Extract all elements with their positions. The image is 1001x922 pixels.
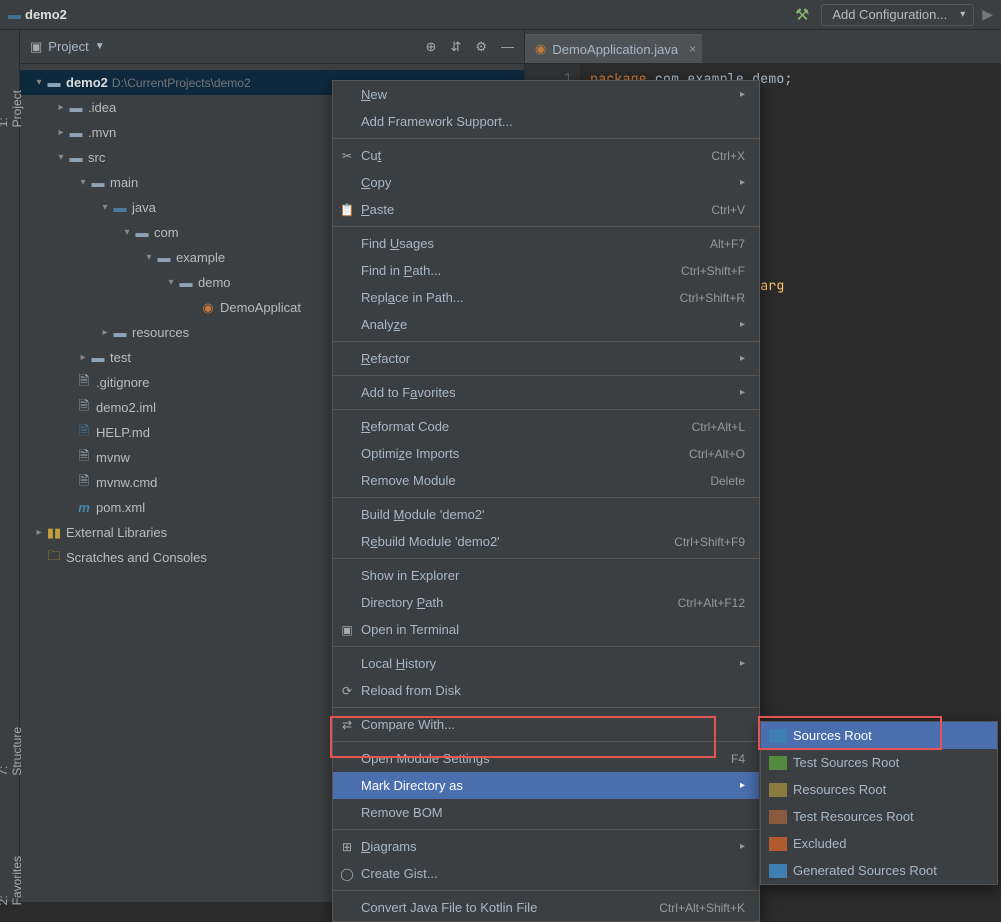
menu-copy[interactable]: Copy▸ xyxy=(333,169,759,196)
submenu-excluded[interactable]: Excluded xyxy=(761,830,997,857)
menu-remove-bom[interactable]: Remove BOM xyxy=(333,799,759,826)
menu-reload[interactable]: ⟳Reload from Disk xyxy=(333,677,759,704)
compare-icon: ⇄ xyxy=(339,718,355,732)
tab-favorites[interactable]: 2: Favorites xyxy=(0,856,24,905)
menu-compare[interactable]: ⇄Compare With... xyxy=(333,711,759,738)
hide-icon[interactable]: — xyxy=(501,39,514,55)
folder-resources-icon xyxy=(769,783,787,797)
submenu-test-sources[interactable]: Test Sources Root xyxy=(761,749,997,776)
context-menu: New▸ Add Framework Support... ✂CutCtrl+X… xyxy=(332,80,760,922)
target-icon[interactable]: ⊕ xyxy=(426,39,437,55)
menu-new[interactable]: New▸ xyxy=(333,81,759,108)
menu-show-explorer[interactable]: Show in Explorer xyxy=(333,562,759,589)
tool-window-stripe-left: 1: Project 7: Structure 2: Favorites xyxy=(0,30,20,902)
menu-favorites[interactable]: Add to Favorites▸ xyxy=(333,379,759,406)
tab-project[interactable]: 1: Project xyxy=(0,90,24,127)
run-icon[interactable]: ▶ xyxy=(982,6,993,23)
crumb-text: demo2 xyxy=(25,7,67,22)
editor-tabs: ◉ DemoApplication.java × xyxy=(525,30,1001,64)
menu-mark-directory-as[interactable]: Mark Directory as▸ xyxy=(333,772,759,799)
folder-icon: ▬ xyxy=(8,7,21,22)
java-icon: ◉ xyxy=(535,41,546,57)
build-icon[interactable]: ⚒ xyxy=(795,5,809,25)
project-title: Project xyxy=(48,39,88,54)
folder-blue-icon xyxy=(769,729,787,743)
reload-icon: ⟳ xyxy=(339,684,355,698)
menu-optimize[interactable]: Optimize ImportsCtrl+Alt+O xyxy=(333,440,759,467)
add-configuration-dropdown[interactable]: Add Configuration... xyxy=(821,4,974,26)
project-view-selector[interactable]: ▣ Project ▼ xyxy=(30,39,105,55)
diagram-icon: ⊞ xyxy=(339,840,355,854)
gear-icon[interactable]: ⚙ xyxy=(475,39,487,55)
window-icon: ▣ xyxy=(30,39,42,55)
folder-generated-icon xyxy=(769,864,787,878)
chevron-down-icon: ▼ xyxy=(95,41,105,52)
collapse-icon[interactable]: ⇵ xyxy=(450,39,461,55)
menu-directory-path[interactable]: Directory PathCtrl+Alt+F12 xyxy=(333,589,759,616)
menu-local-history[interactable]: Local History▸ xyxy=(333,650,759,677)
github-icon: ◯ xyxy=(339,867,355,881)
close-icon[interactable]: × xyxy=(689,42,696,56)
menu-reformat[interactable]: Reformat CodeCtrl+Alt+L xyxy=(333,413,759,440)
menu-open-module-settings[interactable]: Open Module SettingsF4 xyxy=(333,745,759,772)
menu-refactor[interactable]: Refactor▸ xyxy=(333,345,759,372)
submenu-test-resources[interactable]: Test Resources Root xyxy=(761,803,997,830)
breadcrumb-bar: ▬ demo2 ⚒ Add Configuration... ▶ xyxy=(0,0,1001,30)
menu-paste[interactable]: 📋PasteCtrl+V xyxy=(333,196,759,223)
breadcrumb[interactable]: ▬ demo2 xyxy=(8,7,67,22)
tab-structure[interactable]: 7: Structure xyxy=(0,727,24,776)
project-panel-header: ▣ Project ▼ ⊕ ⇵ ⚙ — xyxy=(20,30,524,64)
menu-find-usages[interactable]: Find UsagesAlt+F7 xyxy=(333,230,759,257)
cut-icon: ✂ xyxy=(339,149,355,163)
menu-build-module[interactable]: Build Module 'demo2' xyxy=(333,501,759,528)
addconfig-label: Add Configuration... xyxy=(832,7,947,22)
menu-convert-kotlin[interactable]: Convert Java File to Kotlin FileCtrl+Alt… xyxy=(333,894,759,921)
menu-create-gist[interactable]: ◯Create Gist... xyxy=(333,860,759,887)
submenu-resources[interactable]: Resources Root xyxy=(761,776,997,803)
menu-remove-module[interactable]: Remove ModuleDelete xyxy=(333,467,759,494)
editor-tab[interactable]: ◉ DemoApplication.java × xyxy=(525,34,702,63)
paste-icon: 📋 xyxy=(339,203,355,217)
root-label: demo2 xyxy=(66,75,108,90)
menu-analyze[interactable]: Analyze▸ xyxy=(333,311,759,338)
submenu-generated[interactable]: Generated Sources Root xyxy=(761,857,997,884)
menu-diagrams[interactable]: ⊞Diagrams▸ xyxy=(333,833,759,860)
menu-open-terminal[interactable]: ▣Open in Terminal xyxy=(333,616,759,643)
menu-add-framework[interactable]: Add Framework Support... xyxy=(333,108,759,135)
submenu-sources-root[interactable]: Sources Root xyxy=(761,722,997,749)
root-path: D:\CurrentProjects\demo2 xyxy=(112,76,251,90)
editor-tab-label: DemoApplication.java xyxy=(552,42,678,57)
menu-rebuild-module[interactable]: Rebuild Module 'demo2'Ctrl+Shift+F9 xyxy=(333,528,759,555)
folder-excluded-icon xyxy=(769,837,787,851)
menu-cut[interactable]: ✂CutCtrl+X xyxy=(333,142,759,169)
terminal-icon: ▣ xyxy=(339,623,355,637)
menu-find-in-path[interactable]: Find in Path...Ctrl+Shift+F xyxy=(333,257,759,284)
folder-test-resources-icon xyxy=(769,810,787,824)
submenu-mark-directory: Sources Root Test Sources Root Resources… xyxy=(760,721,998,885)
menu-replace-in-path[interactable]: Replace in Path...Ctrl+Shift+R xyxy=(333,284,759,311)
folder-green-icon xyxy=(769,756,787,770)
